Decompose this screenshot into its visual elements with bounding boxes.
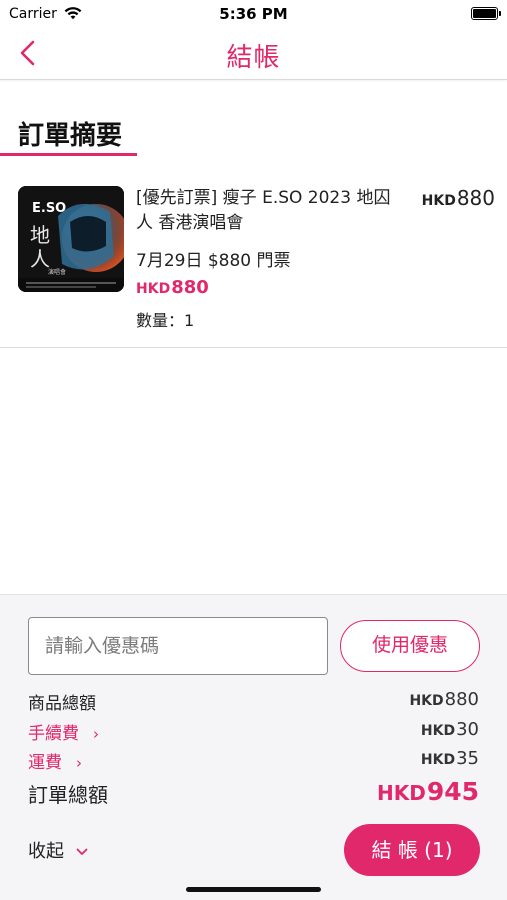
order-summary-title: 訂單摘要: [18, 121, 123, 151]
collapse-toggle[interactable]: 收起: [28, 837, 88, 863]
nav-bar: 結帳: [0, 28, 507, 80]
currency-label: HKD: [421, 193, 456, 209]
currency-label: HKD: [136, 281, 171, 297]
subtotal-label: 商品總額: [28, 694, 96, 714]
subtotal-amount: HKD880: [409, 689, 479, 710]
amount-value: 35: [456, 748, 479, 769]
shipping-amount: HKD35: [421, 748, 479, 769]
poster-subtitle: 演唱會: [48, 268, 66, 276]
event-poster-image: E.SO 地 人 演唱會: [18, 186, 124, 292]
currency-label: HKD: [420, 752, 456, 768]
amount-value: 880: [444, 689, 479, 710]
chevron-down-icon: [76, 844, 88, 860]
checkout-panel: 使用優惠 商品總額 HKD880 手續費› HKD30 運費› HKD35 訂單…: [0, 594, 507, 900]
order-item: E.SO 地 人 演唱會 [優先訂票] 瘦子 E.SO 2023 地囚人 香港演…: [0, 170, 507, 348]
price-value: 880: [456, 186, 495, 210]
currency-label: HKD: [420, 723, 456, 739]
svg-text:人: 人: [30, 247, 50, 271]
subtotal-row: 商品總額 HKD880: [28, 689, 479, 714]
battery-icon: [471, 7, 501, 20]
svg-text:地: 地: [30, 223, 50, 247]
currency-label: HKD: [409, 693, 444, 709]
coupon-input[interactable]: [28, 617, 328, 675]
fee-label: 手續費: [28, 724, 79, 744]
shipping-row: 運費 › HKD35: [28, 748, 479, 773]
clock: 5:36 PM: [219, 5, 288, 23]
total-label: 訂單總額: [28, 783, 108, 807]
status-bar: Carrier 5:36 PM: [0, 0, 507, 28]
item-line-price: HKD880: [422, 186, 495, 210]
amount-value: 30: [456, 719, 479, 740]
currency-label: HKD: [376, 781, 426, 805]
chevron-right-icon: ›: [93, 725, 99, 743]
collapse-label: 收起: [28, 841, 64, 862]
amount-value: 945: [426, 777, 479, 806]
checkout-button[interactable]: 結 帳 (1): [344, 824, 480, 876]
item-name: [優先訂票] 瘦子 E.SO 2023 地囚人 香港演唱會: [136, 188, 391, 233]
shipping-link[interactable]: 運費 ›: [28, 748, 82, 773]
home-indicator: [186, 887, 321, 892]
section-underline: [0, 153, 137, 156]
price-value: 880: [171, 277, 209, 298]
shipping-label: 運費: [28, 753, 62, 773]
apply-coupon-button[interactable]: 使用優惠: [340, 620, 480, 672]
page-title: 結帳: [226, 43, 281, 73]
chevron-right-icon: ›: [76, 754, 82, 772]
poster-artwork: E.SO 地 人 演唱會: [18, 186, 124, 292]
poster-text: E.SO: [32, 201, 66, 216]
total-row: 訂單總額 HKD945: [28, 777, 479, 809]
fee-link[interactable]: 手續費 ›: [28, 719, 99, 744]
fee-row: 手續費 › HKD30: [28, 719, 479, 744]
total-amount: HKD945: [377, 777, 479, 806]
item-unit-price: HKD880: [136, 277, 209, 298]
item-quantity: 數量：1: [136, 311, 195, 330]
fee-amount: HKD30: [421, 719, 479, 740]
item-variant: 7月29日 $880 門票: [136, 251, 291, 271]
